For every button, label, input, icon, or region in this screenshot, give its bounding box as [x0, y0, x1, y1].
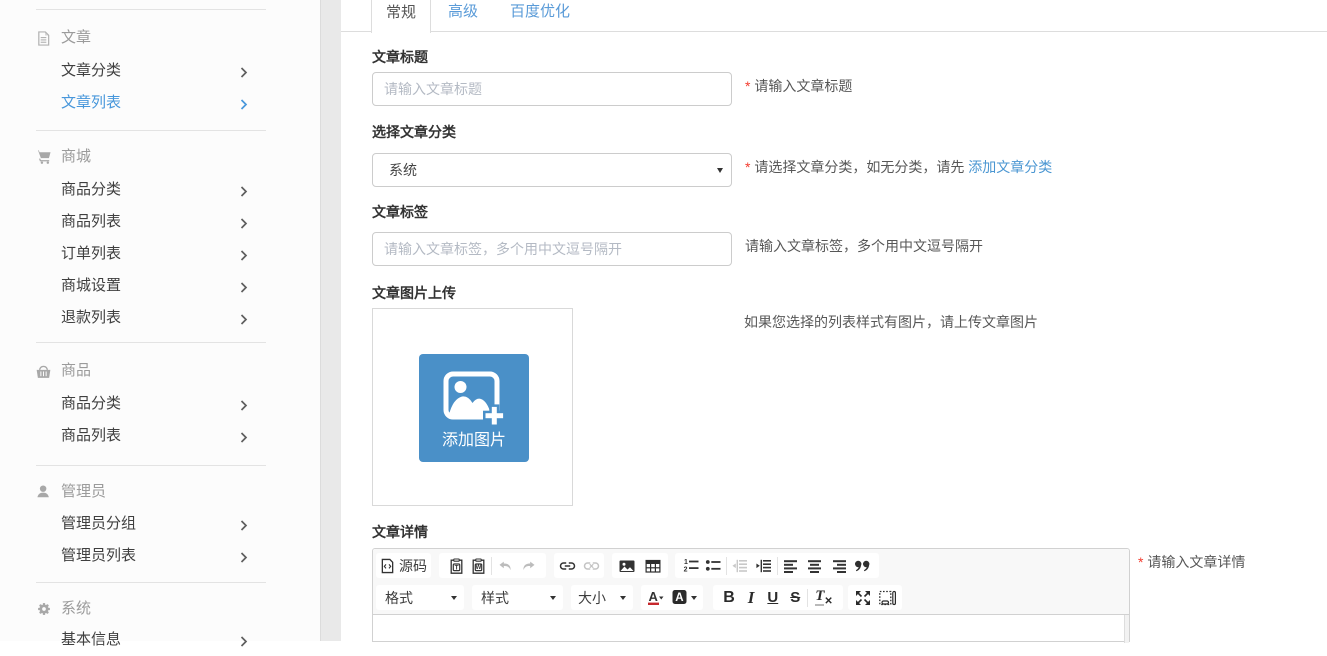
svg-text:A: A [675, 592, 683, 604]
svg-text:2: 2 [684, 566, 688, 573]
svg-text:1: 1 [684, 559, 688, 566]
svg-text:A: A [649, 589, 659, 604]
svg-text:W: W [475, 565, 481, 571]
svg-text:T: T [454, 564, 458, 571]
